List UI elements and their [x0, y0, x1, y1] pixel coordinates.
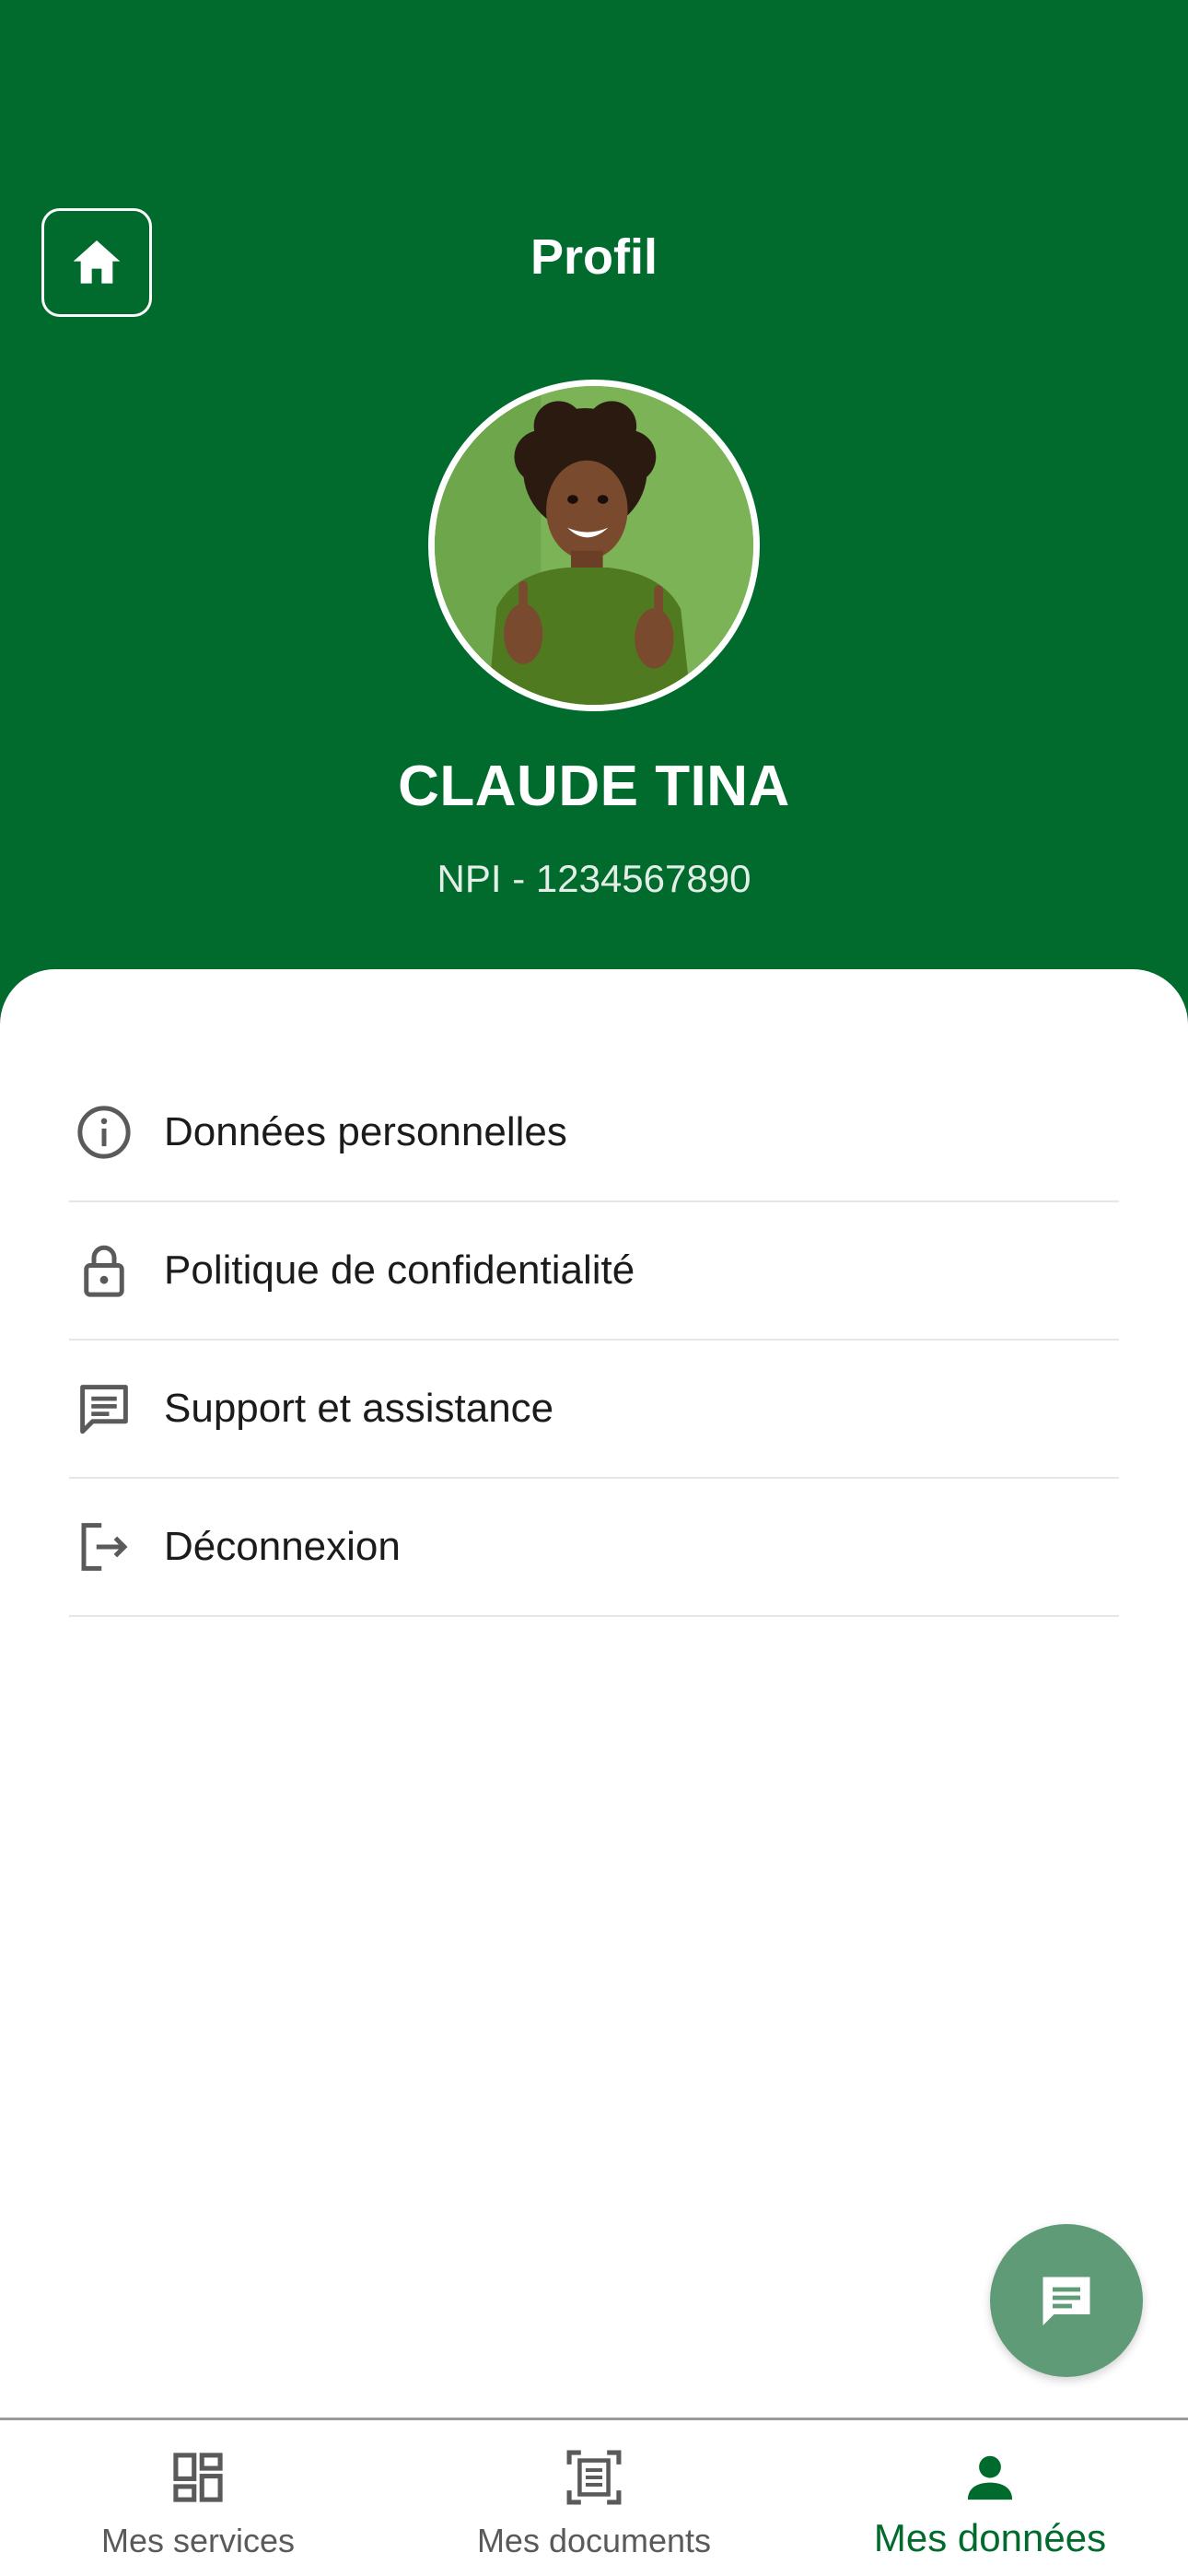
nav-tab-mes-services[interactable]: Mes services [0, 2420, 396, 2576]
profile-menu: Données personnelles Politique de confid… [69, 1064, 1119, 1617]
user-npi: NPI - 1234567890 [437, 857, 751, 900]
user-name: CLAUDE TINA [398, 755, 790, 818]
lock-icon [72, 1238, 136, 1303]
profile-header: Profil CLAUDE TINA NPI - 1234567890 [0, 0, 1188, 1032]
nav-label: Mes données [873, 2516, 1107, 2559]
menu-item-label: Données personnelles [164, 1109, 567, 1154]
nav-tab-mes-donnees[interactable]: Mes données [792, 2420, 1188, 2576]
menu-item-logout[interactable]: Déconnexion [69, 1479, 1119, 1617]
info-icon [72, 1100, 136, 1165]
document-scan-icon [566, 2450, 622, 2505]
avatar [428, 380, 760, 711]
menu-item-label: Déconnexion [164, 1524, 401, 1569]
menu-item-support[interactable]: Support et assistance [69, 1341, 1119, 1479]
logout-icon [72, 1515, 136, 1579]
profile-photo [435, 386, 753, 705]
page-title: Profil [530, 229, 658, 285]
dashboard-icon [173, 2453, 223, 2502]
chat-fab-button[interactable] [990, 2224, 1143, 2377]
menu-item-label: Politique de confidentialité [164, 1247, 635, 1293]
menu-item-privacy-policy[interactable]: Politique de confidentialité [69, 1202, 1119, 1341]
menu-item-personal-data[interactable]: Données personnelles [69, 1064, 1119, 1202]
nav-label: Mes documents [476, 2522, 712, 2559]
nav-tab-mes-documents[interactable]: Mes documents [396, 2420, 792, 2576]
menu-item-label: Support et assistance [164, 1386, 554, 1431]
bottom-navigation: Mes services Mes documents Mes données [0, 2418, 1188, 2576]
person-icon [967, 2455, 1013, 2500]
nav-label: Mes services [100, 2522, 296, 2559]
message-icon [72, 1376, 136, 1441]
chat-icon [1042, 2277, 1090, 2325]
